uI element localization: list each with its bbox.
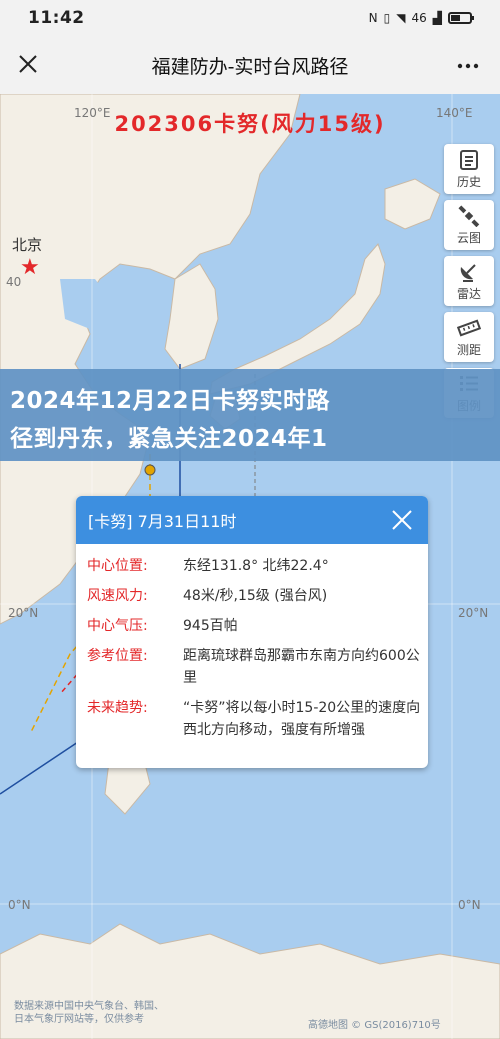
map-credit: 高德地图 © GS(2016)710号	[308, 1020, 441, 1031]
popup-header: [卡努] 7月31日11时	[76, 496, 428, 544]
city-label-beijing: 北京	[12, 236, 43, 254]
row-key: 风速风力:	[87, 588, 148, 604]
row-value: 945百帕	[183, 618, 238, 634]
radar-dish-icon	[460, 263, 476, 282]
headline-line-2: 径到丹东，紧急关注2024年1	[10, 426, 328, 452]
coord-lat-20-left: 20°N	[8, 606, 39, 620]
coord-lat-0-right: 0°N	[458, 898, 481, 912]
headline-line-1: 2024年12月22日卡努实时路	[10, 388, 331, 414]
row-key: 参考位置:	[87, 648, 148, 664]
coord-lon-140: 140°E	[436, 106, 473, 120]
radar-label: 雷达	[456, 286, 481, 301]
coord-40: 40	[6, 275, 22, 289]
battery-icon	[448, 12, 474, 24]
coord-lat-0-left: 0°N	[8, 898, 31, 912]
radar-button[interactable]: 雷达	[444, 256, 494, 306]
status-icons: N ▯ ◥ 46 ▟	[368, 11, 474, 25]
row-key: 未来趋势:	[87, 700, 148, 716]
typhoon-info-popup: [卡努] 7月31日11时 中心位置: 东经131.8° 北纬22.4° 风速风…	[76, 496, 428, 768]
cloud-image-label: 云图	[456, 230, 481, 245]
coord-lat-20-right: 20°N	[458, 606, 489, 620]
headline-banner: 2024年12月22日卡努实时路 径到丹东，紧急关注2024年1	[0, 369, 500, 461]
nfc-icon: N	[368, 11, 378, 25]
capital-star-icon: ★	[20, 255, 40, 280]
measure-label: 测距	[456, 342, 481, 357]
page-title: 福建防办-实时台风路径	[151, 55, 349, 78]
popup-title: [卡努] 7月31日11时	[88, 512, 237, 531]
history-button[interactable]: 历史	[444, 144, 494, 194]
history-label: 历史	[456, 174, 481, 189]
measure-button[interactable]: 测距	[444, 312, 494, 362]
wifi-icon: ◥	[396, 11, 406, 25]
credit-line-2: 日本气象厅网站等，仅供参考	[14, 1014, 144, 1025]
history-list-icon	[460, 149, 478, 170]
row-key: 中心气压:	[87, 618, 148, 634]
vibrate-icon: ▯	[383, 11, 391, 25]
more-options-button[interactable]	[456, 54, 480, 78]
data-source-credit: 数据来源中国中央气象台、韩国、 日本气象厅网站等，仅供参考	[14, 1000, 164, 1026]
row-value: “卡努”将以每小时15-20公里的速度向西北方向移动，强度有所增强	[183, 700, 421, 738]
popup-close-button[interactable]	[390, 508, 414, 532]
signal-label: 46	[411, 11, 427, 25]
cell-signal-icon: ▟	[432, 11, 442, 25]
status-bar: 11:42 N ▯ ◥ 46 ▟	[0, 0, 500, 36]
row-key: 中心位置:	[87, 558, 148, 574]
satellite-icon	[458, 204, 480, 227]
title-bar: 福建防办-实时台风路径	[0, 36, 500, 94]
close-button[interactable]	[14, 50, 42, 78]
ruler-icon	[457, 319, 481, 336]
status-time: 11:42	[28, 8, 85, 28]
row-value: 距离琉球群岛那霸市东南方向约600公里	[183, 648, 420, 686]
cloud-image-button[interactable]: 云图	[444, 200, 494, 250]
coord-lon-120: 120°E	[74, 106, 111, 120]
row-value: 东经131.8° 北纬22.4°	[183, 558, 329, 574]
credit-line-1: 数据来源中国中央气象台、韩国、	[14, 1001, 164, 1012]
row-value: 48米/秒,15级 (强台风)	[183, 588, 328, 604]
